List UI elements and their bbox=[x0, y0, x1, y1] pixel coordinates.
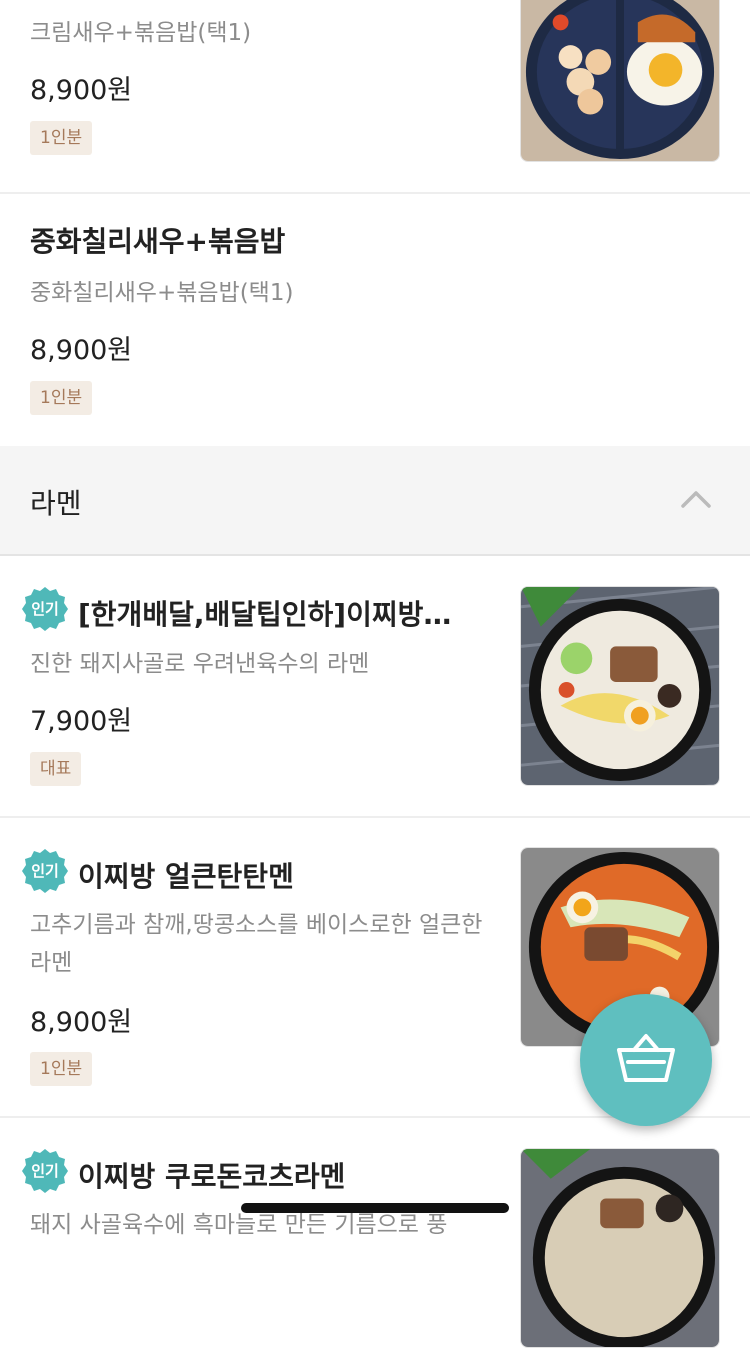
item-price: 8,900원 bbox=[30, 1007, 133, 1038]
item-title: 이찌방 쿠로돈코츠라멘 bbox=[78, 1160, 346, 1193]
popular-badge-label: 인기 bbox=[31, 600, 59, 618]
item-tag: 대표 bbox=[30, 752, 82, 786]
item-title: 중화칠리새우+볶음밥 bbox=[30, 225, 286, 258]
home-indicator bbox=[241, 1203, 509, 1213]
item-description: 고추기름과 참깨,땅콩소스를 베이스로한 얼큰한 라멘 bbox=[30, 912, 483, 976]
popular-badge-label: 인기 bbox=[31, 1162, 59, 1180]
item-price: 8,900원 bbox=[30, 75, 133, 106]
item-tag: 1인분 bbox=[30, 121, 93, 155]
tonkotsu-ramen-photo bbox=[520, 586, 720, 786]
menu-item-kuro-tonkotsu[interactable]: 인기 이찌방 쿠로돈코츠라멘 돼지 사골육수에 흑마늘로 만든 기름으로 풍 bbox=[0, 1118, 750, 1348]
shrimp-friedrice-photo bbox=[520, 0, 720, 162]
popular-badge-label: 인기 bbox=[31, 862, 59, 880]
popular-badge: 인기 bbox=[22, 1148, 68, 1194]
basket-icon bbox=[617, 1034, 675, 1082]
item-title: 이찌방 얼큰탄탄멘 bbox=[78, 860, 294, 893]
item-title: [한개배달,배달팁인하]이찌방… bbox=[78, 598, 452, 631]
popular-badge: 인기 bbox=[22, 848, 68, 894]
item-tag: 1인분 bbox=[30, 381, 93, 415]
kuro-tonkotsu-photo bbox=[520, 1148, 720, 1348]
item-tag: 1인분 bbox=[30, 1052, 93, 1086]
menu-item-cream-shrimp[interactable]: 크림새우+볶음밥(택1) 8,900원 1인분 bbox=[0, 0, 750, 194]
cart-button[interactable] bbox=[580, 994, 712, 1126]
category-title: 라멘 bbox=[30, 487, 82, 520]
menu-item-ichiban-ramen[interactable]: 인기 [한개배달,배달팁인하]이찌방… 진한 돼지사골로 우려낸육수의 라멘 7… bbox=[0, 556, 750, 818]
category-header-ramen[interactable]: 라멘 bbox=[0, 446, 750, 556]
item-description: 중화칠리새우+볶음밥(택1) bbox=[30, 280, 294, 306]
item-price: 7,900원 bbox=[30, 706, 133, 737]
popular-badge: 인기 bbox=[22, 586, 68, 632]
chevron-up-icon[interactable] bbox=[680, 486, 712, 512]
item-description: 크림새우+볶음밥(택1) bbox=[30, 20, 252, 46]
item-price: 8,900원 bbox=[30, 335, 133, 366]
item-description: 진한 돼지사골로 우려낸육수의 라멘 bbox=[30, 651, 370, 677]
menu-item-chili-shrimp[interactable]: 중화칠리새우+볶음밥 중화칠리새우+볶음밥(택1) 8,900원 1인분 bbox=[0, 194, 750, 446]
